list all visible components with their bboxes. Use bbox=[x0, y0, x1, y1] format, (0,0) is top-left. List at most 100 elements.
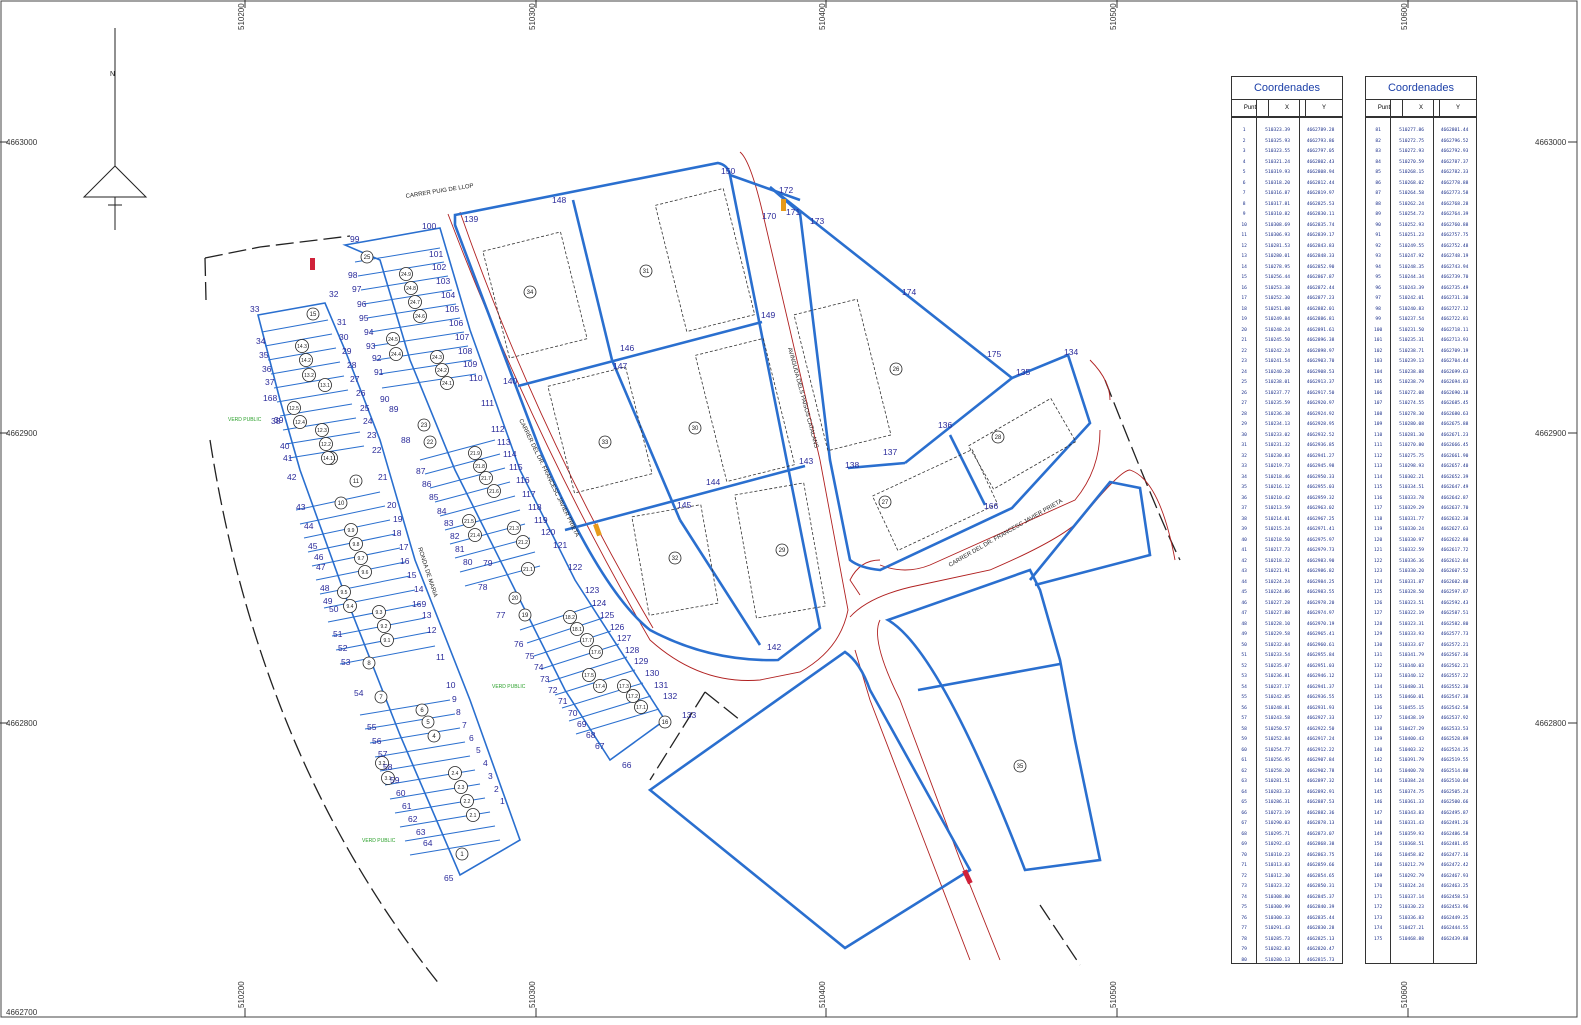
point-number: 20 bbox=[387, 500, 397, 510]
table-cell: 25 bbox=[1241, 380, 1247, 385]
point-number: 72 bbox=[548, 685, 558, 695]
table-cell: 510262.24 bbox=[1399, 201, 1425, 207]
table-row: 144 510384.24 4662510.04 bbox=[1366, 777, 1476, 788]
parcel-number: 30 bbox=[688, 421, 702, 435]
svg-text:21.7: 21.7 bbox=[481, 476, 491, 482]
table-cell: 510234.13 bbox=[1265, 422, 1291, 427]
table-cell: 4662891.61 bbox=[1306, 327, 1335, 333]
table-cell: 4662510.04 bbox=[1440, 779, 1469, 784]
table-cell: 122 bbox=[1373, 558, 1383, 564]
table-cell: 4662797.05 bbox=[1306, 149, 1335, 154]
table-title: Coordenades bbox=[1232, 77, 1342, 100]
column-header: X bbox=[1269, 100, 1306, 116]
table-row: 66 510273.19 4662882.36 bbox=[1232, 809, 1342, 820]
parcel-number: 24.5 bbox=[386, 332, 400, 346]
svg-text:2.1: 2.1 bbox=[470, 813, 477, 819]
table-row: 119 510330.24 4662627.63 bbox=[1366, 525, 1476, 536]
table-row: 93 510247.92 4662748.19 bbox=[1366, 252, 1476, 263]
table-cell: 510216.12 bbox=[1265, 485, 1291, 490]
point-number: 102 bbox=[432, 262, 446, 272]
table-row: 16 510253.38 4662872.44 bbox=[1232, 284, 1342, 295]
svg-text:21.8: 21.8 bbox=[475, 464, 485, 470]
table-cell: 92 bbox=[1375, 243, 1381, 249]
parcel-number: 2.2 bbox=[460, 794, 474, 808]
point-number: 138 bbox=[845, 460, 859, 470]
table-cell: 510233.02 bbox=[1265, 432, 1291, 438]
table-cell: 86 bbox=[1375, 180, 1381, 186]
table-cell: 139 bbox=[1373, 737, 1383, 742]
table-row: 166 510458.82 4662477.16 bbox=[1366, 851, 1476, 862]
table-cell: 68 bbox=[1241, 831, 1247, 837]
parcel-number: 28 bbox=[991, 430, 1005, 444]
table-title: Coordenades bbox=[1366, 77, 1476, 100]
table-cell: 45 bbox=[1241, 590, 1247, 595]
point-number: 147 bbox=[613, 361, 627, 371]
table-cell: 51 bbox=[1241, 653, 1247, 658]
parcel-number: 1 bbox=[455, 847, 469, 861]
table-cell: 4662852.90 bbox=[1306, 264, 1335, 270]
point-number: 75 bbox=[525, 651, 535, 661]
point-number: 108 bbox=[458, 346, 472, 356]
table-row: 173 510336.83 4662449.25 bbox=[1366, 914, 1476, 925]
table-row: 106 510272.08 4662690.18 bbox=[1366, 389, 1476, 400]
svg-text:29: 29 bbox=[779, 548, 786, 554]
table-row: 25 510238.01 4662913.37 bbox=[1232, 378, 1342, 389]
table-cell: 4662955.03 bbox=[1306, 485, 1335, 490]
table-cell: 510244.34 bbox=[1399, 275, 1425, 280]
svg-text:24.7: 24.7 bbox=[410, 300, 420, 306]
table-cell: 510300.33 bbox=[1265, 915, 1291, 921]
table-cell: 4662675.88 bbox=[1440, 422, 1469, 427]
point-number: 137 bbox=[883, 447, 897, 457]
point-number: 139 bbox=[464, 214, 478, 224]
svg-text:9.8: 9.8 bbox=[353, 542, 360, 548]
parcel-number: 18.1 bbox=[570, 622, 584, 636]
table-cell: 73 bbox=[1241, 884, 1247, 889]
svg-text:9.9: 9.9 bbox=[348, 528, 355, 534]
table-cell: 510308.69 bbox=[1265, 222, 1291, 228]
table-cell: 4662882.01 bbox=[1306, 306, 1335, 312]
table-cell: 510300.99 bbox=[1265, 905, 1291, 910]
point-number: 107 bbox=[455, 332, 469, 342]
table-header: Punt X Y bbox=[1232, 100, 1342, 118]
point-number: 126 bbox=[610, 622, 624, 632]
point-number: 45 bbox=[308, 541, 318, 551]
table-cell: 58 bbox=[1241, 726, 1247, 732]
table-row: 73 510323.32 4662850.31 bbox=[1232, 882, 1342, 893]
table-row: 74 510308.80 4662845.37 bbox=[1232, 893, 1342, 904]
table-cell: 510321.24 bbox=[1265, 159, 1291, 165]
table-cell: 4662491.26 bbox=[1440, 821, 1469, 826]
table-cell: 4662735.49 bbox=[1440, 285, 1469, 291]
svg-text:24.9: 24.9 bbox=[401, 272, 411, 278]
table-row: 107 510274.55 4662685.45 bbox=[1366, 399, 1476, 410]
point-number: 169 bbox=[412, 599, 426, 609]
grid-x-label: 510600 bbox=[1400, 981, 1409, 1008]
parcel-number: 13.2 bbox=[302, 368, 316, 382]
table-cell: 17 bbox=[1241, 296, 1247, 301]
svg-text:2.4: 2.4 bbox=[452, 771, 459, 777]
parcel-number: 21.5 bbox=[462, 514, 476, 528]
table-cell: 510238.01 bbox=[1265, 380, 1291, 385]
table-cell: 99 bbox=[1375, 317, 1381, 322]
table-cell: 36 bbox=[1241, 495, 1247, 501]
parcel-number: 21.8 bbox=[473, 459, 487, 473]
table-row: 108 510278.30 4662680.63 bbox=[1366, 410, 1476, 421]
table-cell: 4662974.97 bbox=[1306, 611, 1335, 616]
table-cell: 510272.93 bbox=[1399, 149, 1425, 154]
table-cell: 28 bbox=[1241, 411, 1247, 417]
table-cell: 510310.82 bbox=[1265, 212, 1291, 217]
table-cell: 4662537.92 bbox=[1440, 716, 1469, 721]
table-row: 31 510231.32 4662936.85 bbox=[1232, 441, 1342, 452]
svg-text:18.1: 18.1 bbox=[572, 627, 582, 633]
table-row: 17 510252.30 4662877.23 bbox=[1232, 294, 1342, 305]
table-cell: 510236.38 bbox=[1265, 411, 1291, 417]
table-cell: 4662830.11 bbox=[1306, 212, 1335, 217]
point-number: 29 bbox=[342, 346, 352, 356]
svg-text:13.1: 13.1 bbox=[320, 383, 330, 389]
parcel-number: 2.4 bbox=[448, 766, 462, 780]
parcel-number: 21.7 bbox=[479, 471, 493, 485]
table-row: 114 510302.21 4662652.39 bbox=[1366, 473, 1476, 484]
table-row: 65 510286.31 4662887.53 bbox=[1232, 798, 1342, 809]
svg-text:31: 31 bbox=[643, 269, 650, 275]
table-cell: 510317.81 bbox=[1265, 201, 1291, 207]
point-number: 82 bbox=[450, 531, 460, 541]
